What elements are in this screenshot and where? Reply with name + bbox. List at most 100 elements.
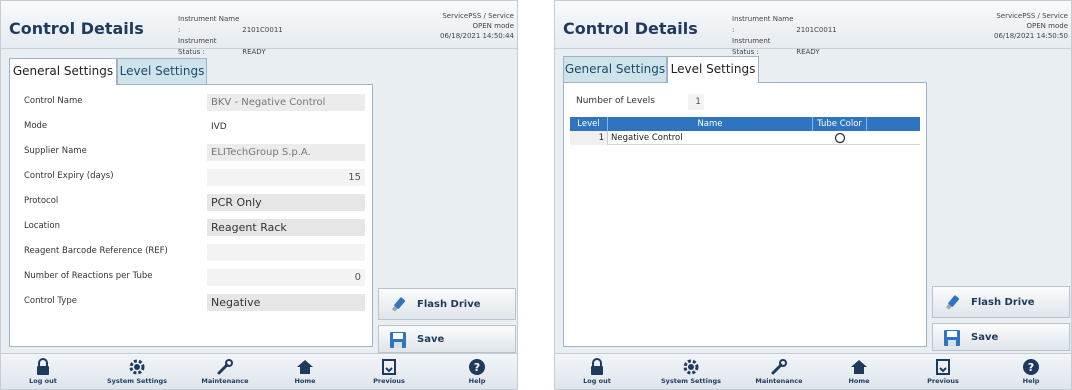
save-icon	[944, 330, 960, 346]
control-type-row: Control Type Negative	[24, 294, 365, 311]
previous-icon	[382, 359, 396, 375]
nav-home[interactable]: Home	[823, 356, 895, 389]
level-settings-panel: Number of Levels 1 Level Name Tube Color…	[563, 82, 927, 347]
instrument-info: Instrument Name : 2101C0011 Instrument S…	[178, 14, 283, 58]
lock-icon	[591, 358, 603, 375]
svg-text:?: ?	[1028, 361, 1034, 374]
save-button[interactable]: Save	[932, 323, 1070, 351]
home-icon	[297, 360, 313, 374]
datetime: 06/18/2021 14:50:50	[993, 32, 1068, 40]
control-type-label: Control Type	[24, 296, 77, 306]
reactions-per-tube-row: Number of Reactions per Tube 0	[24, 269, 365, 286]
nav-label: System Settings	[106, 377, 168, 385]
nav-log-out[interactable]: Log out	[561, 356, 633, 389]
usb-drive-icon	[945, 295, 960, 310]
nav-label: System Settings	[660, 377, 722, 385]
number-of-levels-field[interactable]: 1	[688, 94, 704, 110]
instrument-status-label: Instrument Status :	[732, 37, 771, 56]
datetime: 06/18/2021 14:50:44	[439, 32, 514, 40]
protocol-row: Protocol PCR Only	[24, 194, 365, 211]
save-label: Save	[971, 332, 999, 343]
flash-drive-button[interactable]: Flash Drive	[932, 286, 1070, 318]
grid-header: Level Name Tube Color	[570, 117, 920, 131]
control-details-general-screen: Control Details Instrument Name : 2101C0…	[0, 0, 518, 390]
level-cell: 1	[570, 131, 608, 145]
control-name-row: Control Name BKV - Negative Control	[24, 94, 365, 111]
tube-color-circle-icon	[834, 132, 846, 144]
nav-label: Maintenance	[201, 377, 249, 385]
nav-maintenance[interactable]: Maintenance	[743, 356, 815, 389]
user-name: ServicePSS / Service	[442, 12, 514, 20]
bottom-nav-bar: Log out System Settings Maintenance Home…	[1, 353, 517, 389]
nav-previous[interactable]: Previous	[353, 356, 425, 389]
supplier-name-label: Supplier Name	[24, 146, 87, 156]
nav-help[interactable]: ? Help	[441, 356, 513, 389]
tab-level-settings[interactable]: Level Settings	[117, 58, 207, 84]
nav-previous[interactable]: Previous	[907, 356, 979, 389]
reactions-per-tube-label: Number of Reactions per Tube	[24, 271, 153, 281]
table-row[interactable]: 1 Negative Control	[570, 131, 920, 145]
nav-label: Home	[848, 377, 870, 385]
user-info: ServicePSS / Service OPEN mode 06/18/202…	[404, 11, 514, 41]
user-name: ServicePSS / Service	[996, 12, 1068, 20]
flash-drive-button[interactable]: Flash Drive	[378, 288, 516, 320]
save-button[interactable]: Save	[378, 325, 516, 353]
instrument-name-label: Instrument Name :	[732, 15, 794, 34]
control-expiry-row: Control Expiry (days) 15	[24, 169, 365, 186]
nav-label: Help	[468, 377, 486, 385]
control-expiry-field[interactable]: 15	[207, 169, 365, 186]
nav-system-settings[interactable]: System Settings	[655, 356, 727, 389]
save-label: Save	[417, 334, 445, 345]
svg-text:?: ?	[474, 361, 480, 374]
nav-label: Previous	[927, 377, 959, 385]
control-name-field[interactable]: BKV - Negative Control	[207, 94, 365, 111]
nav-maintenance[interactable]: Maintenance	[189, 356, 261, 389]
reactions-per-tube-field[interactable]: 0	[207, 269, 365, 286]
tube-color-cell[interactable]	[813, 131, 867, 145]
instrument-status-value: READY	[242, 48, 266, 56]
column-header-level[interactable]: Level	[570, 117, 608, 131]
usb-drive-icon	[391, 297, 406, 312]
reagent-barcode-row: Reagent Barcode Reference (REF)	[24, 244, 365, 261]
nav-label: Log out	[29, 377, 57, 385]
location-field[interactable]: Reagent Rack	[207, 219, 365, 236]
mode-row: Mode IVD	[24, 119, 364, 136]
instrument-name-label: Instrument Name :	[178, 15, 240, 34]
gear-icon	[129, 359, 145, 375]
header: Control Details Instrument Name : 2101C0…	[1, 1, 517, 56]
control-details-level-screen: Control Details Instrument Name : 2101C0…	[554, 0, 1072, 390]
nav-log-out[interactable]: Log out	[7, 356, 79, 389]
gear-icon	[683, 359, 699, 375]
supplier-name-row: Supplier Name ELITechGroup S.p.A.	[24, 144, 365, 161]
nav-help[interactable]: ? Help	[995, 356, 1067, 389]
flash-drive-label: Flash Drive	[417, 299, 481, 310]
protocol-label: Protocol	[24, 196, 59, 206]
header: Control Details Instrument Name : 2101C0…	[555, 1, 1071, 56]
tab-general-settings[interactable]: General Settings	[9, 58, 117, 85]
location-row: Location Reagent Rack	[24, 219, 365, 236]
tab-general-settings[interactable]: General Settings	[563, 56, 667, 82]
tab-level-settings[interactable]: Level Settings	[667, 56, 759, 83]
lock-icon	[37, 358, 49, 375]
instrument-name-value: 2101C0011	[242, 26, 283, 34]
page-title: Control Details	[9, 19, 144, 38]
name-cell: Negative Control	[611, 133, 683, 143]
column-header-tube-color[interactable]: Tube Color	[813, 117, 867, 131]
reagent-barcode-field[interactable]	[207, 244, 365, 261]
supplier-name-field[interactable]: ELITechGroup S.p.A.	[207, 144, 365, 161]
nav-home[interactable]: Home	[269, 356, 341, 389]
control-type-field[interactable]: Negative	[207, 294, 365, 311]
protocol-field[interactable]: PCR Only	[207, 194, 365, 211]
number-of-levels-label: Number of Levels	[576, 96, 655, 106]
instrument-name-value: 2101C0011	[796, 26, 837, 34]
control-name-label: Control Name	[24, 96, 83, 106]
nav-system-settings[interactable]: System Settings	[101, 356, 173, 389]
bottom-nav-bar: Log out System Settings Maintenance Home…	[555, 353, 1071, 389]
mode-value: IVD	[211, 122, 227, 132]
column-header-name[interactable]: Name	[608, 117, 813, 131]
wrench-icon	[771, 359, 787, 375]
home-icon	[851, 360, 867, 374]
control-expiry-label: Control Expiry (days)	[24, 171, 114, 181]
wrench-icon	[217, 359, 233, 375]
nav-label: Home	[294, 377, 316, 385]
